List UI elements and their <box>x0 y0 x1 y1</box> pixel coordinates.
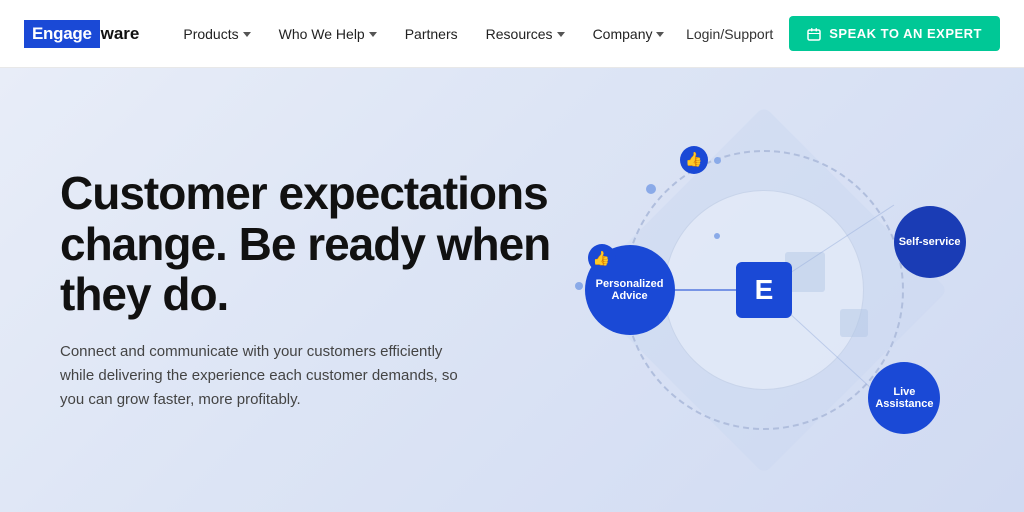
node-self-service: Self-service <box>894 206 966 278</box>
login-support-link[interactable]: Login/Support <box>686 26 773 42</box>
hero-subtext: Connect and communicate with your custom… <box>60 340 480 412</box>
logo-ware: ware <box>101 24 140 44</box>
hero-section: Customer expectations change. Be ready w… <box>0 68 1024 512</box>
chevron-down-icon <box>656 32 664 37</box>
chevron-down-icon <box>369 32 377 37</box>
thumbs-up-icon-2: 👍 <box>588 244 616 272</box>
calendar-icon <box>807 27 821 41</box>
center-logo: E <box>736 262 792 318</box>
decorative-dot-3 <box>575 282 583 290</box>
decorative-dot-2 <box>714 157 721 164</box>
decorative-dot-4 <box>714 233 720 239</box>
nav-right: Login/Support SPEAK TO AN EXPERT <box>686 16 1000 51</box>
logo-engage: Engage <box>24 20 100 48</box>
logo[interactable]: Engageware <box>24 20 139 48</box>
chevron-down-icon <box>243 32 251 37</box>
nav-links: Products Who We Help Partners Resources … <box>171 18 686 50</box>
decorative-dot-1 <box>646 184 656 194</box>
thumbs-up-icon-1: 👍 <box>680 146 708 174</box>
navbar: Engageware Products Who We Help Partners… <box>0 0 1024 68</box>
nav-item-partners[interactable]: Partners <box>393 18 470 50</box>
nav-item-resources[interactable]: Resources <box>474 18 577 50</box>
nav-item-who-we-help[interactable]: Who We Help <box>267 18 389 50</box>
hero-heading: Customer expectations change. Be ready w… <box>60 168 560 320</box>
nav-item-company[interactable]: Company <box>581 18 677 50</box>
hero-diagram: E Personalized Advice Self-service Live … <box>554 100 974 480</box>
chevron-down-icon <box>557 32 565 37</box>
nav-item-products[interactable]: Products <box>171 18 262 50</box>
node-live-assistance: Live Assistance <box>868 362 940 434</box>
speak-to-expert-button[interactable]: SPEAK TO AN EXPERT <box>789 16 1000 51</box>
hero-text: Customer expectations change. Be ready w… <box>60 168 560 412</box>
decorative-square-2 <box>840 309 868 337</box>
